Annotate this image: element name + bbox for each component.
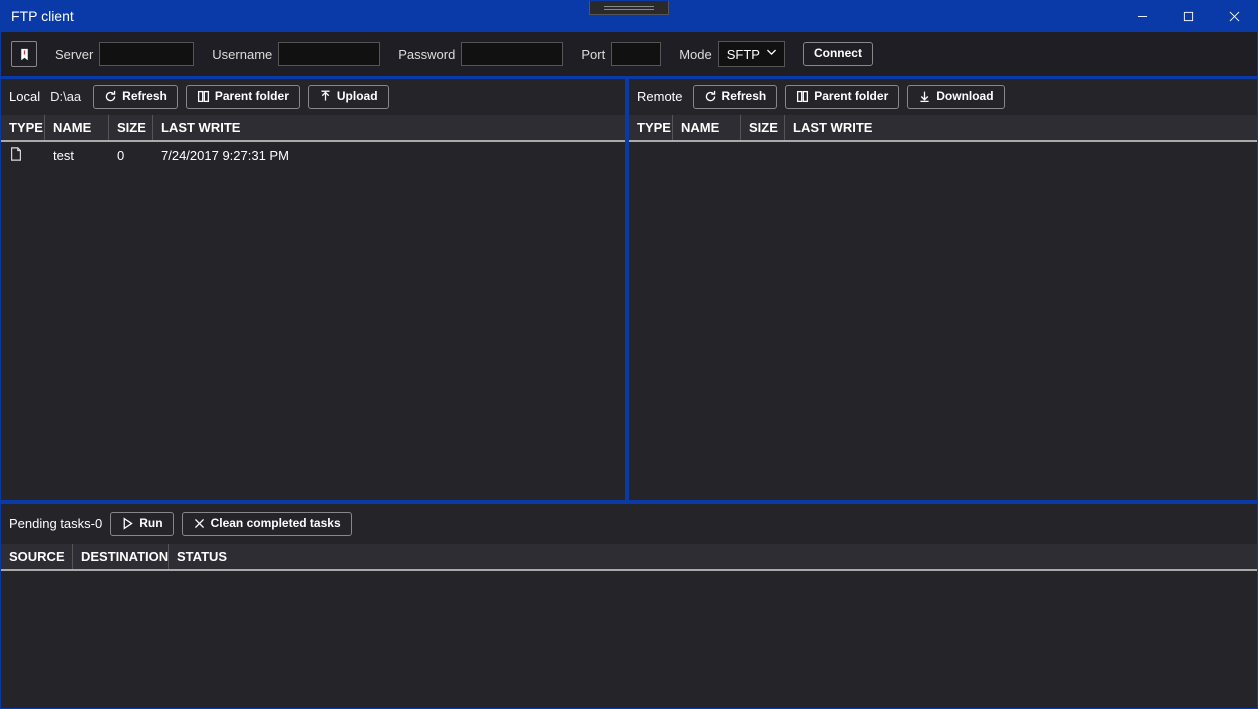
remote-col-name[interactable]: NAME [673,115,741,140]
port-label: Port [581,47,605,62]
username-label: Username [212,47,272,62]
close-icon [193,517,206,530]
grip-icon[interactable] [589,1,669,15]
maximize-button[interactable] [1165,1,1211,31]
panes: Local D:\aa Refresh Parent folder Upload… [1,77,1257,500]
upload-icon [319,90,332,103]
username-group: Username [212,42,380,66]
local-col-name[interactable]: NAME [45,115,109,140]
play-icon [121,517,134,530]
remote-table: TYPE NAME SIZE LAST WRITE [629,115,1257,500]
local-toolbar: Local D:\aa Refresh Parent folder Upload [1,79,625,115]
connect-button[interactable]: Connect [803,42,873,66]
bookmark-icon [18,48,31,61]
remote-table-body[interactable] [629,142,1257,500]
tasks-col-destination[interactable]: DESTINATION [73,544,169,569]
remote-parent-button[interactable]: Parent folder [785,85,899,109]
row-name: test [45,143,109,168]
local-col-type[interactable]: TYPE [1,115,45,140]
mode-group: Mode SFTP [679,41,785,67]
connection-toolbar: Server Username Password Port Mode SFTP … [1,31,1257,77]
mode-value: SFTP [727,47,760,62]
tasks-body[interactable] [1,571,1257,708]
local-header-row: TYPE NAME SIZE LAST WRITE [1,115,625,142]
close-button[interactable] [1211,1,1257,31]
minimize-button[interactable] [1119,1,1165,31]
local-pane: Local D:\aa Refresh Parent folder Upload… [1,79,629,500]
remote-header-row: TYPE NAME SIZE LAST WRITE [629,115,1257,142]
remote-download-button[interactable]: Download [907,85,1004,109]
password-group: Password [398,42,563,66]
remote-col-type[interactable]: TYPE [629,115,673,140]
table-row[interactable]: test 0 7/24/2017 9:27:31 PM [1,142,625,169]
local-table: TYPE NAME SIZE LAST WRITE test 0 7/24/20… [1,115,625,500]
remote-toolbar: Remote Refresh Parent folder Download [629,79,1257,115]
tasks-header-row: SOURCE DESTINATION STATUS [1,544,1257,571]
port-input[interactable] [611,42,661,66]
server-input[interactable] [99,42,194,66]
row-type-icon-cell [1,142,45,169]
local-parent-button[interactable]: Parent folder [186,85,300,109]
local-upload-button[interactable]: Upload [308,85,389,109]
window: FTP client Server Username Password [0,0,1258,709]
local-col-lastwrite[interactable]: LAST WRITE [153,115,625,140]
local-table-body[interactable]: test 0 7/24/2017 9:27:31 PM [1,142,625,500]
file-icon [9,147,23,161]
row-size: 0 [109,143,153,168]
tasks-col-source[interactable]: SOURCE [1,544,73,569]
chevron-down-icon [765,46,778,62]
tasks-toolbar: Pending tasks-0 Run Clean completed task… [1,504,1257,544]
parent-folder-icon [197,90,210,103]
tasks-run-button[interactable]: Run [110,512,173,536]
remote-col-lastwrite[interactable]: LAST WRITE [785,115,1257,140]
window-title: FTP client [11,8,74,24]
download-icon [918,90,931,103]
titlebar[interactable]: FTP client [1,1,1257,31]
refresh-icon [704,90,717,103]
port-group: Port [581,42,661,66]
tasks-title: Pending tasks-0 [9,516,102,531]
mode-label: Mode [679,47,712,62]
parent-folder-icon [796,90,809,103]
refresh-icon [104,90,117,103]
server-label: Server [55,47,93,62]
local-refresh-button[interactable]: Refresh [93,85,178,109]
local-title: Local [9,89,40,104]
remote-col-size[interactable]: SIZE [741,115,785,140]
local-col-size[interactable]: SIZE [109,115,153,140]
password-label: Password [398,47,455,62]
tasks-clean-button[interactable]: Clean completed tasks [182,512,352,536]
remote-pane: Remote Refresh Parent folder Download TY… [629,79,1257,500]
profile-button[interactable] [11,41,37,67]
tasks-panel: Pending tasks-0 Run Clean completed task… [1,500,1257,708]
row-lastwrite: 7/24/2017 9:27:31 PM [153,143,625,168]
mode-select[interactable]: SFTP [718,41,785,67]
password-input[interactable] [461,42,563,66]
remote-refresh-button[interactable]: Refresh [693,85,778,109]
tasks-col-status[interactable]: STATUS [169,544,233,569]
username-input[interactable] [278,42,380,66]
server-group: Server [55,42,194,66]
remote-title: Remote [637,89,683,104]
local-path: D:\aa [50,89,81,104]
